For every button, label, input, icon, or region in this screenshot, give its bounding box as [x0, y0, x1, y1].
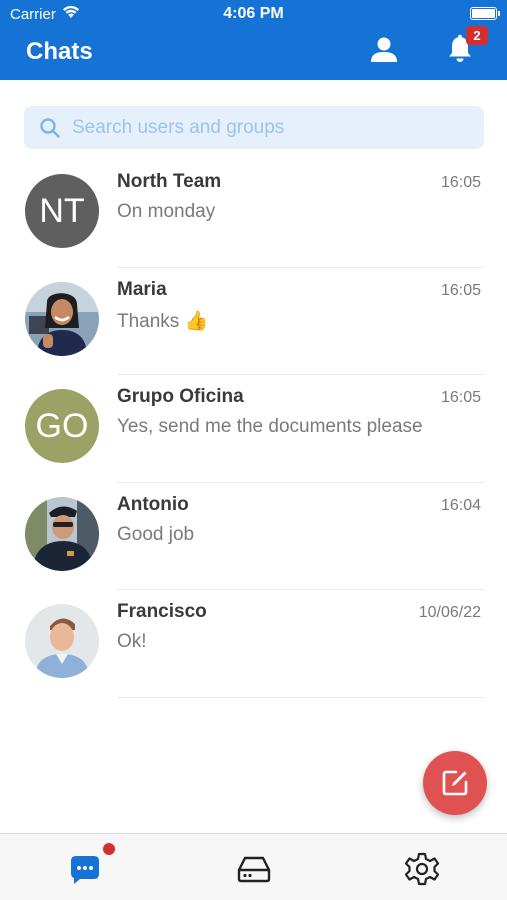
chat-time: 10/06/22 — [418, 604, 481, 621]
tab-settings[interactable] — [404, 852, 440, 886]
settings-icon — [404, 852, 440, 886]
chat-time: 16:05 — [440, 389, 481, 406]
chat-last-message: Ok! — [117, 631, 147, 652]
chat-time: 16:04 — [440, 496, 481, 514]
avatar: NT — [25, 174, 99, 248]
chat-icon — [71, 856, 99, 884]
avatar-initials: GO — [35, 406, 89, 445]
avatar — [25, 496, 99, 571]
notification-badge: 2 — [466, 26, 488, 45]
divider — [117, 696, 484, 698]
compose-button[interactable] — [423, 751, 487, 815]
page-title: Chats — [26, 38, 93, 65]
tab-bar — [0, 833, 507, 900]
status-bar: Carrier 4:06 PM — [0, 0, 507, 28]
chat-item[interactable]: GO Grupo Oficina 16:05 Yes, send me the … — [0, 375, 507, 483]
chat-last-message: On monday — [117, 201, 216, 222]
tab-drive[interactable] — [236, 852, 272, 886]
chat-list: NT North Team 16:05 On monday Maria 16:0… — [0, 160, 507, 698]
chat-name: Antonio — [117, 493, 189, 515]
chat-item[interactable]: NT North Team 16:05 On monday — [0, 160, 507, 268]
chat-last-message: Yes, send me the documents please — [117, 416, 423, 437]
battery-icon — [470, 7, 500, 20]
chat-time: 16:05 — [440, 281, 481, 299]
compose-icon — [442, 770, 468, 796]
chat-item[interactable]: Maria 16:05 Thanks 👍 — [0, 268, 507, 375]
user-icon — [371, 37, 397, 62]
avatar — [25, 281, 99, 356]
clock: 4:06 PM — [223, 5, 284, 22]
avatar: GO — [25, 389, 99, 463]
chat-name: Maria — [117, 278, 167, 300]
search-input[interactable] — [72, 106, 472, 149]
chat-name: Grupo Oficina — [117, 386, 244, 407]
chat-time: 16:05 — [440, 174, 481, 191]
chat-item[interactable]: Antonio 16:04 Good job — [0, 483, 507, 590]
chat-name: North Team — [117, 171, 222, 192]
top-bar: Carrier 4:06 PM Chats 2 — [0, 0, 507, 80]
profile-button[interactable] — [368, 34, 400, 66]
search-bar[interactable] — [24, 106, 484, 149]
drive-icon — [237, 856, 271, 883]
tab-chats[interactable] — [67, 852, 103, 886]
avatar-photo — [25, 604, 99, 678]
chat-name: Francisco — [117, 601, 207, 622]
chat-last-message: Thanks 👍 — [117, 310, 209, 332]
avatar-initials: NT — [39, 191, 85, 230]
avatar-photo — [25, 281, 99, 356]
unread-dot — [103, 843, 115, 855]
chat-last-message: Good job — [117, 523, 195, 545]
chat-item[interactable]: Francisco 10/06/22 Ok! — [0, 590, 507, 698]
avatar — [25, 604, 99, 678]
search-icon — [40, 118, 60, 138]
avatar-photo — [25, 496, 99, 571]
